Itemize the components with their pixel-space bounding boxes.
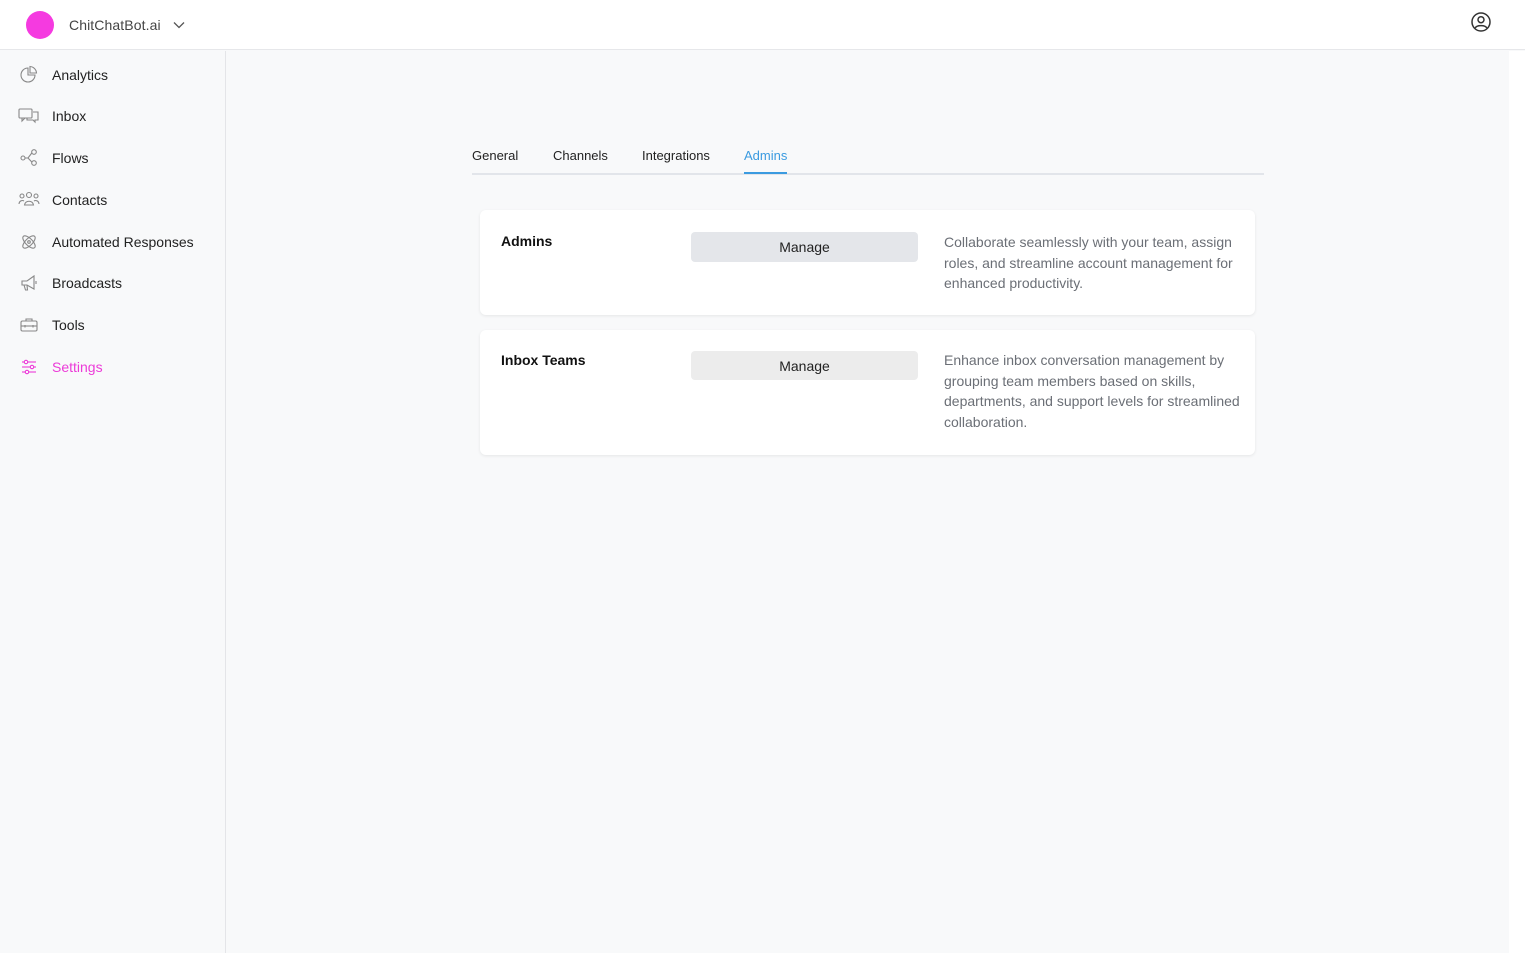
chat-bubbles-icon: [18, 105, 40, 127]
sidebar-item-automated-responses[interactable]: Automated Responses: [18, 228, 194, 256]
sidebar-item-label: Tools: [52, 317, 85, 333]
admins-card: Admins Manage Collaborate seamlessly wit…: [480, 210, 1255, 315]
manage-inbox-teams-button[interactable]: Manage: [691, 351, 918, 380]
manage-admins-button[interactable]: Manage: [691, 232, 918, 262]
sidebar-item-contacts[interactable]: Contacts: [18, 186, 107, 214]
sidebar-item-label: Analytics: [52, 67, 109, 83]
card-description: Collaborate seamlessly with your team, a…: [944, 234, 1233, 291]
users-icon: [18, 189, 40, 211]
sidebar-item-label: Inbox: [52, 108, 87, 124]
sidebar-item-flows[interactable]: Flows: [18, 144, 89, 172]
sidebar-item-label: Flows: [52, 150, 89, 166]
flow-nodes-icon: [18, 147, 40, 169]
brand-logo: [26, 10, 54, 39]
sidebar-item-inbox[interactable]: Inbox: [18, 102, 86, 130]
tab-general[interactable]: General: [472, 148, 518, 172]
sidebar-item-settings[interactable]: Settings: [18, 353, 103, 381]
sidebar-item-label: Broadcasts: [52, 275, 123, 291]
sidebar-item-broadcasts[interactable]: Broadcasts: [18, 269, 122, 297]
top-bar: ChitChatBot.ai: [0, 0, 1525, 50]
sidebar-item-analytics[interactable]: Analytics: [18, 61, 108, 89]
user-account-icon[interactable]: [1470, 11, 1492, 33]
sidebar-item-label: Settings: [52, 359, 103, 375]
pie-chart-icon: [18, 64, 40, 86]
settings-tabs: General Channels Integrations Admins: [472, 140, 1264, 175]
sidebar-item-label: Automated Responses: [52, 234, 194, 250]
tab-integrations[interactable]: Integrations: [642, 148, 710, 172]
toolbox-icon: [18, 314, 40, 336]
tab-channels[interactable]: Channels: [553, 148, 608, 172]
tab-admins[interactable]: Admins: [744, 148, 788, 174]
sidebar-item-label: Contacts: [52, 192, 108, 208]
card-description: Enhance inbox conversation management by…: [944, 352, 1240, 430]
brand-name: ChitChatBot.ai: [69, 16, 161, 33]
atom-icon: [18, 231, 40, 253]
scrollbar-track[interactable]: [1509, 51, 1525, 953]
workspace-switcher[interactable]: ChitChatBot.ai: [26, 10, 185, 39]
card-title: Inbox Teams: [501, 352, 586, 368]
inbox-teams-card: Inbox Teams Manage Enhance inbox convers…: [480, 330, 1255, 455]
sidebar-item-tools[interactable]: Tools: [18, 311, 85, 339]
card-title: Admins: [501, 233, 553, 249]
sidebar: Analytics Inbox Flows Contacts Automated…: [0, 51, 226, 953]
megaphone-icon: [18, 272, 40, 294]
chevron-down-icon: [173, 21, 185, 29]
sliders-icon: [18, 356, 40, 378]
